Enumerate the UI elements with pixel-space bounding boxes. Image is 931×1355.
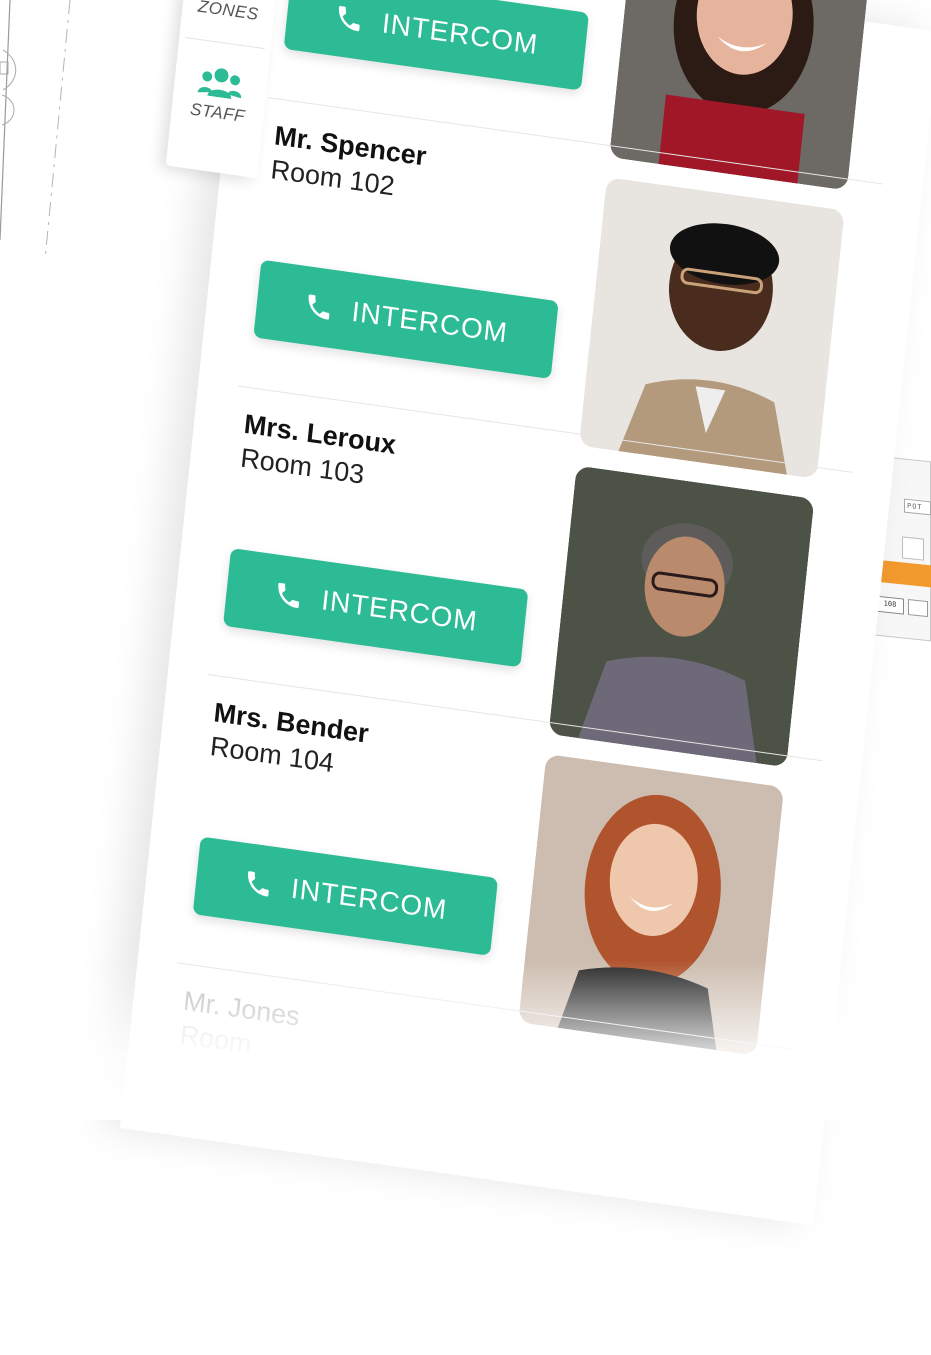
phone-icon — [339, 6, 361, 32]
intercom-button-label: INTERCOM — [319, 584, 480, 637]
staff-panel: ZONES STAFF INTERCOM Mr. Spencer Room 10… — [119, 0, 931, 1226]
tab-divider — [185, 37, 265, 50]
intercom-button[interactable]: INTERCOM — [253, 259, 559, 379]
map-room-label: POT — [904, 498, 931, 516]
intercom-button[interactable]: INTERCOM — [222, 548, 529, 668]
staff-room: Room — [178, 1019, 253, 1060]
tab-zones[interactable]: ZONES — [182, 0, 278, 27]
floor-plan-left — [0, 0, 71, 260]
tab-zones-label: ZONES — [197, 0, 260, 24]
intercom-button-label: INTERCOM — [380, 7, 540, 61]
intercom-button[interactable]: INTERCOM — [192, 836, 499, 956]
staff-photo — [578, 177, 845, 479]
intercom-button-label: INTERCOM — [289, 872, 449, 926]
tab-staff[interactable]: STAFF — [170, 61, 268, 130]
map-room — [902, 536, 924, 561]
map-room — [908, 598, 928, 618]
tab-staff-label: STAFF — [189, 99, 246, 126]
intercom-button[interactable]: INTERCOM — [283, 0, 590, 91]
phone-icon — [278, 582, 300, 609]
phone-icon — [248, 871, 270, 897]
intercom-button-label: INTERCOM — [350, 295, 510, 349]
map-room-number: 108 — [876, 595, 904, 615]
phone-icon — [309, 294, 330, 320]
staff-photo — [548, 465, 815, 768]
people-icon — [197, 68, 242, 99]
staff-photo — [518, 753, 785, 1056]
